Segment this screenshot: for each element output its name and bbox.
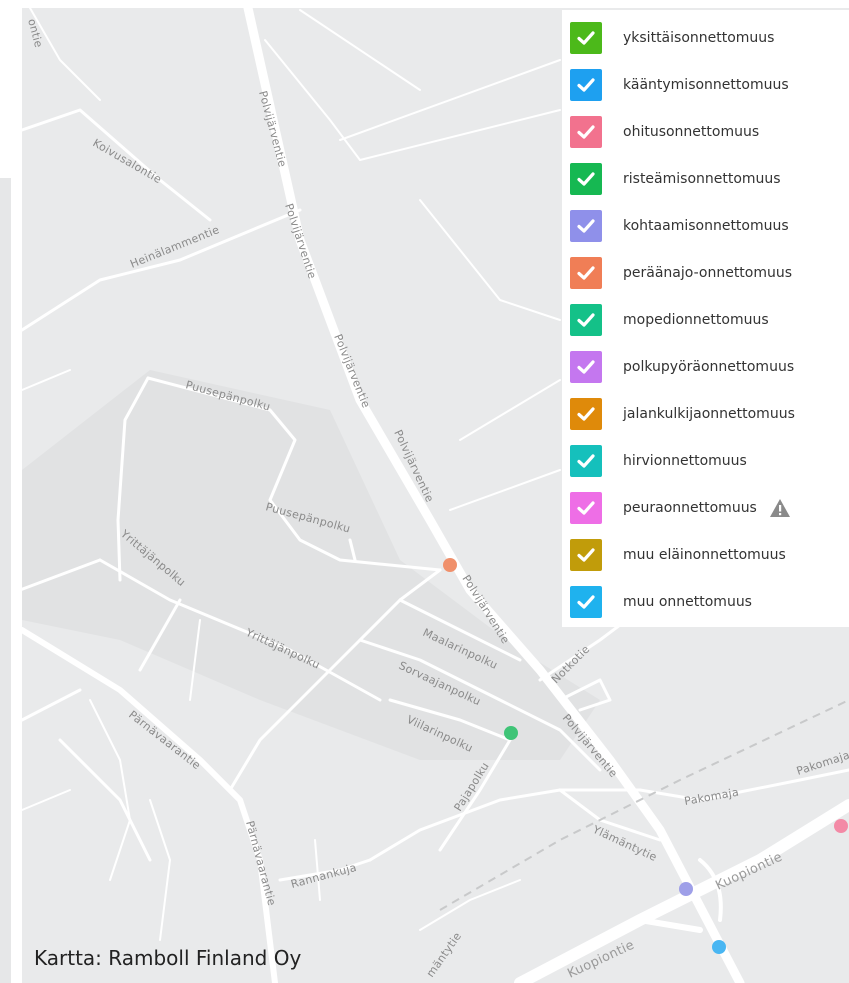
left-map-strip	[0, 178, 11, 983]
legend-label: hirvionnettomuus	[623, 452, 747, 469]
legend-checkbox[interactable]	[570, 491, 602, 524]
legend-label: yksittäisonnettomuus	[623, 29, 775, 46]
legend-label: muu eläinonnettomuus	[623, 546, 786, 563]
checkmark-icon	[577, 359, 595, 374]
legend-checkbox[interactable]	[570, 303, 602, 336]
legend-label: kääntymisonnettomuus	[623, 76, 789, 93]
legend-checkbox[interactable]	[570, 397, 602, 430]
checkmark-icon	[577, 124, 595, 139]
legend-panel: yksittäisonnettomuus kääntymisonnettomuus…	[562, 10, 849, 627]
legend-item[interactable]: yksittäisonnettomuus	[562, 14, 849, 61]
legend-item[interactable]: hirvionnettomuus	[562, 437, 849, 484]
legend-checkbox[interactable]	[570, 162, 602, 195]
legend-item[interactable]: risteämisonnettomuus	[562, 155, 849, 202]
warning-icon-wrap[interactable]	[757, 498, 791, 518]
legend-checkbox[interactable]	[570, 115, 602, 148]
checkmark-icon	[577, 218, 595, 233]
legend-item[interactable]: ohitusonnettomuus	[562, 108, 849, 155]
legend-item[interactable]: mopedionnettomuus	[562, 296, 849, 343]
accident-marker-rear-end[interactable]	[443, 558, 457, 572]
checkmark-icon	[577, 406, 595, 421]
map-credit: Kartta: Ramboll Finland Oy	[34, 946, 302, 970]
legend-item[interactable]: peuraonnettomuus	[562, 484, 849, 531]
legend-item[interactable]: muu eläinonnettomuus	[562, 531, 849, 578]
legend-item[interactable]: muu onnettomuus	[562, 578, 849, 625]
legend-checkbox[interactable]	[570, 21, 602, 54]
legend-checkbox[interactable]	[570, 209, 602, 242]
legend-item[interactable]: kohtaamisonnettomuus	[562, 202, 849, 249]
legend-checkbox[interactable]	[570, 350, 602, 383]
legend-label: kohtaamisonnettomuus	[623, 217, 789, 234]
checkmark-icon	[577, 594, 595, 609]
checkmark-icon	[577, 265, 595, 280]
checkmark-icon	[577, 500, 595, 515]
legend-label: polkupyöräonnettomuus	[623, 358, 795, 375]
legend-item[interactable]: polkupyöräonnettomuus	[562, 343, 849, 390]
accident-marker-crossing[interactable]	[504, 726, 518, 740]
checkmark-icon	[577, 171, 595, 186]
checkmark-icon	[577, 77, 595, 92]
legend-item[interactable]: peräänajo-onnettomuus	[562, 249, 849, 296]
legend-label: peräänajo-onnettomuus	[623, 264, 793, 281]
legend-label: peuraonnettomuus	[623, 499, 757, 516]
legend-checkbox[interactable]	[570, 538, 602, 571]
legend-checkbox[interactable]	[570, 68, 602, 101]
legend-label: muu onnettomuus	[623, 593, 752, 610]
legend-checkbox[interactable]	[570, 256, 602, 289]
accident-marker-head-on[interactable]	[679, 882, 693, 896]
checkmark-icon	[577, 453, 595, 468]
warning-icon[interactable]	[769, 498, 791, 518]
legend-label: ohitusonnettomuus	[623, 123, 760, 140]
legend-label: risteämisonnettomuus	[623, 170, 781, 187]
legend-item[interactable]: kääntymisonnettomuus	[562, 61, 849, 108]
accident-marker-overtaking[interactable]	[834, 819, 848, 833]
checkmark-icon	[577, 547, 595, 562]
legend-item[interactable]: jalankulkijaonnettomuus	[562, 390, 849, 437]
legend-label: jalankulkijaonnettomuus	[623, 405, 795, 422]
checkmark-icon	[577, 30, 595, 45]
legend-checkbox[interactable]	[570, 444, 602, 477]
accident-marker-turning[interactable]	[712, 940, 726, 954]
legend-checkbox[interactable]	[570, 585, 602, 618]
checkmark-icon	[577, 312, 595, 327]
legend-label: mopedionnettomuus	[623, 311, 769, 328]
